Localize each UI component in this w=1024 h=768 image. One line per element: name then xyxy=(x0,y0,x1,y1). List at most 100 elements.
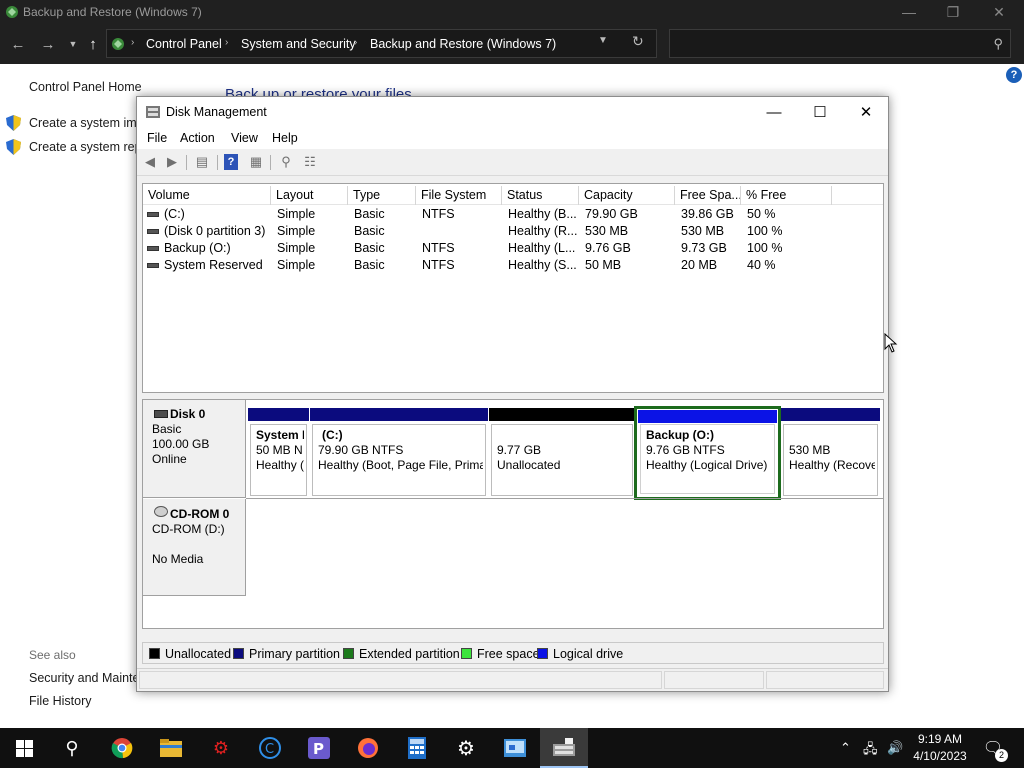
security-maintenance-link[interactable]: Security and Mainte xyxy=(29,671,139,685)
create-system-image-link[interactable]: Create a system ima xyxy=(29,116,144,130)
clock[interactable]: 9:19 AM 4/10/2023 xyxy=(910,731,970,765)
col-capacity[interactable]: Capacity xyxy=(579,186,675,205)
help-icon[interactable]: ? xyxy=(1006,67,1022,83)
dm-minimize-button[interactable]: — xyxy=(751,97,797,127)
show-hide-tree-icon[interactable]: ▤ xyxy=(193,154,211,170)
col-layout[interactable]: Layout xyxy=(271,186,348,205)
search-icon: ⚲ xyxy=(65,737,79,758)
partition-bar xyxy=(781,408,880,421)
file-explorer-taskbar-button[interactable] xyxy=(147,728,195,768)
breadcrumb-system-security[interactable]: System and Security xyxy=(241,37,356,51)
dm-title: Disk Management xyxy=(166,105,267,119)
legend-label: Free space xyxy=(477,647,540,661)
address-bar[interactable]: › Control Panel › System and Security › … xyxy=(106,29,657,58)
partition-status: Unallocated xyxy=(497,458,561,472)
breadcrumb-control-panel[interactable]: Control Panel xyxy=(146,37,222,51)
col-volume[interactable]: Volume xyxy=(143,186,271,205)
file-history-link[interactable]: File History xyxy=(29,694,92,708)
p-app-taskbar-button[interactable]: P xyxy=(295,728,343,768)
control-panel-home-link[interactable]: Control Panel Home xyxy=(29,80,142,94)
minimize-button[interactable]: — xyxy=(886,0,932,24)
disk-graphical-view: Disk 0 Basic 100.00 GB Online System I 5… xyxy=(142,399,884,629)
table-row[interactable]: System Reserved Simple Basic NTFS Health… xyxy=(143,257,883,274)
back-arrow-icon[interactable]: ◀ xyxy=(141,154,159,170)
breadcrumb-backup-restore[interactable]: Backup and Restore (Windows 7) xyxy=(370,37,556,51)
partition-size: 9.77 GB xyxy=(497,443,542,457)
partition-title: (C:) xyxy=(322,428,343,442)
table-row[interactable]: (C:) Simple Basic NTFS Healthy (B... 79.… xyxy=(143,206,883,223)
row-divider xyxy=(246,498,883,499)
col-percent-free[interactable]: % Free xyxy=(741,186,832,205)
network-icon[interactable]: 🖧 xyxy=(863,740,878,762)
calculator-taskbar-button[interactable] xyxy=(393,728,441,768)
col-file-system[interactable]: File System xyxy=(416,186,502,205)
cell-capacity: 79.90 GB xyxy=(585,207,638,221)
up-button[interactable]: ↑ xyxy=(82,32,104,56)
cell-layout: Simple xyxy=(277,241,316,255)
dm-toolbar: ◀ ▶ ▤ ? ▦ ⚲ ☷ xyxy=(137,150,888,176)
col-status[interactable]: Status xyxy=(502,186,579,205)
ccleaner-icon: C xyxy=(259,737,281,759)
start-button[interactable] xyxy=(0,728,48,768)
partition-status: Healthy (Recove xyxy=(789,458,875,472)
table-row[interactable]: (Disk 0 partition 3) Simple Basic Health… xyxy=(143,223,883,240)
legend-swatch xyxy=(149,648,160,659)
menu-action[interactable]: Action xyxy=(180,131,215,145)
partition-system-reserved[interactable]: System I 50 MB N Healthy ( xyxy=(248,408,309,498)
partition-backup-o[interactable]: Backup (O:) 9.76 GB NTFS Healthy (Logica… xyxy=(634,406,781,500)
volume-icon[interactable]: 🔊 xyxy=(887,740,903,756)
search-button[interactable]: ⚲ xyxy=(48,728,96,768)
settings-icon[interactable]: ☷ xyxy=(301,154,319,170)
menu-view[interactable]: View xyxy=(231,131,258,145)
properties-icon[interactable]: ▦ xyxy=(247,154,265,170)
forward-arrow-icon[interactable]: ▶ xyxy=(163,154,181,170)
chrome-taskbar-button[interactable] xyxy=(98,728,146,768)
dm-close-button[interactable]: ✕ xyxy=(843,97,889,127)
cell-volume: Backup (O:) xyxy=(164,241,231,255)
partition-unallocated[interactable]: 9.77 GB Unallocated xyxy=(489,408,635,498)
partition-c[interactable]: (C:) 79.90 GB NTFS Healthy (Boot, Page F… xyxy=(310,408,488,498)
address-dropdown-icon[interactable]: ▼ xyxy=(598,35,608,46)
disk0-label[interactable]: Disk 0 Basic 100.00 GB Online xyxy=(143,400,246,498)
toolbar-separator xyxy=(217,155,218,170)
create-repair-disc-link[interactable]: Create a system repa xyxy=(29,140,149,154)
partition-bar xyxy=(638,410,777,423)
search-input[interactable]: ⚲ xyxy=(669,29,1011,58)
close-button[interactable]: ✕ xyxy=(976,0,1022,24)
restore-button[interactable]: ❐ xyxy=(930,0,976,24)
cell-fs: NTFS xyxy=(422,207,455,221)
cdrom0-label[interactable]: CD-ROM 0 CD-ROM (D:) No Media xyxy=(143,499,246,596)
action-center-button[interactable]: 🗨 2 xyxy=(970,728,1016,768)
forward-button[interactable]: → xyxy=(37,32,59,56)
cell-layout: Simple xyxy=(277,224,316,238)
legend-primary: Primary partition xyxy=(233,647,340,661)
shield-icon xyxy=(6,139,21,155)
windows-logo-icon xyxy=(15,739,33,757)
svg-text:C: C xyxy=(265,742,274,757)
back-button[interactable]: ← xyxy=(7,32,29,56)
refresh-icon[interactable]: ↻ xyxy=(632,33,644,50)
cell-pct: 100 % xyxy=(747,241,783,255)
help-book-icon[interactable]: ? xyxy=(224,154,238,170)
dm-maximize-button[interactable]: ☐ xyxy=(797,97,843,127)
connect-icon[interactable]: ⚲ xyxy=(277,154,295,170)
col-type[interactable]: Type xyxy=(348,186,416,205)
chevron-up-icon[interactable]: ⌃ xyxy=(840,740,851,756)
partition-recovery[interactable]: 530 MB Healthy (Recove xyxy=(781,408,880,498)
firefox-taskbar-button[interactable] xyxy=(344,728,392,768)
cell-free: 530 MB xyxy=(681,224,725,238)
col-free-space[interactable]: Free Spa... xyxy=(675,186,741,205)
disk-management-taskbar-button[interactable] xyxy=(540,728,588,768)
search-icon: ⚲ xyxy=(993,36,1003,51)
partition-bar xyxy=(489,408,635,421)
menu-file[interactable]: File xyxy=(147,131,167,145)
table-row[interactable]: Backup (O:) Simple Basic NTFS Healthy (L… xyxy=(143,240,883,257)
recent-dropdown-button[interactable]: ▼ xyxy=(62,32,84,56)
ccleaner-taskbar-button[interactable]: C xyxy=(246,728,294,768)
control-panel-taskbar-button[interactable] xyxy=(491,728,539,768)
settings-taskbar-button[interactable]: ⚙ xyxy=(442,728,490,768)
menu-help[interactable]: Help xyxy=(272,131,298,145)
app-red-taskbar-button[interactable]: ⚙ xyxy=(197,728,245,768)
cell-type: Basic xyxy=(354,258,385,272)
volume-icon xyxy=(147,246,159,251)
